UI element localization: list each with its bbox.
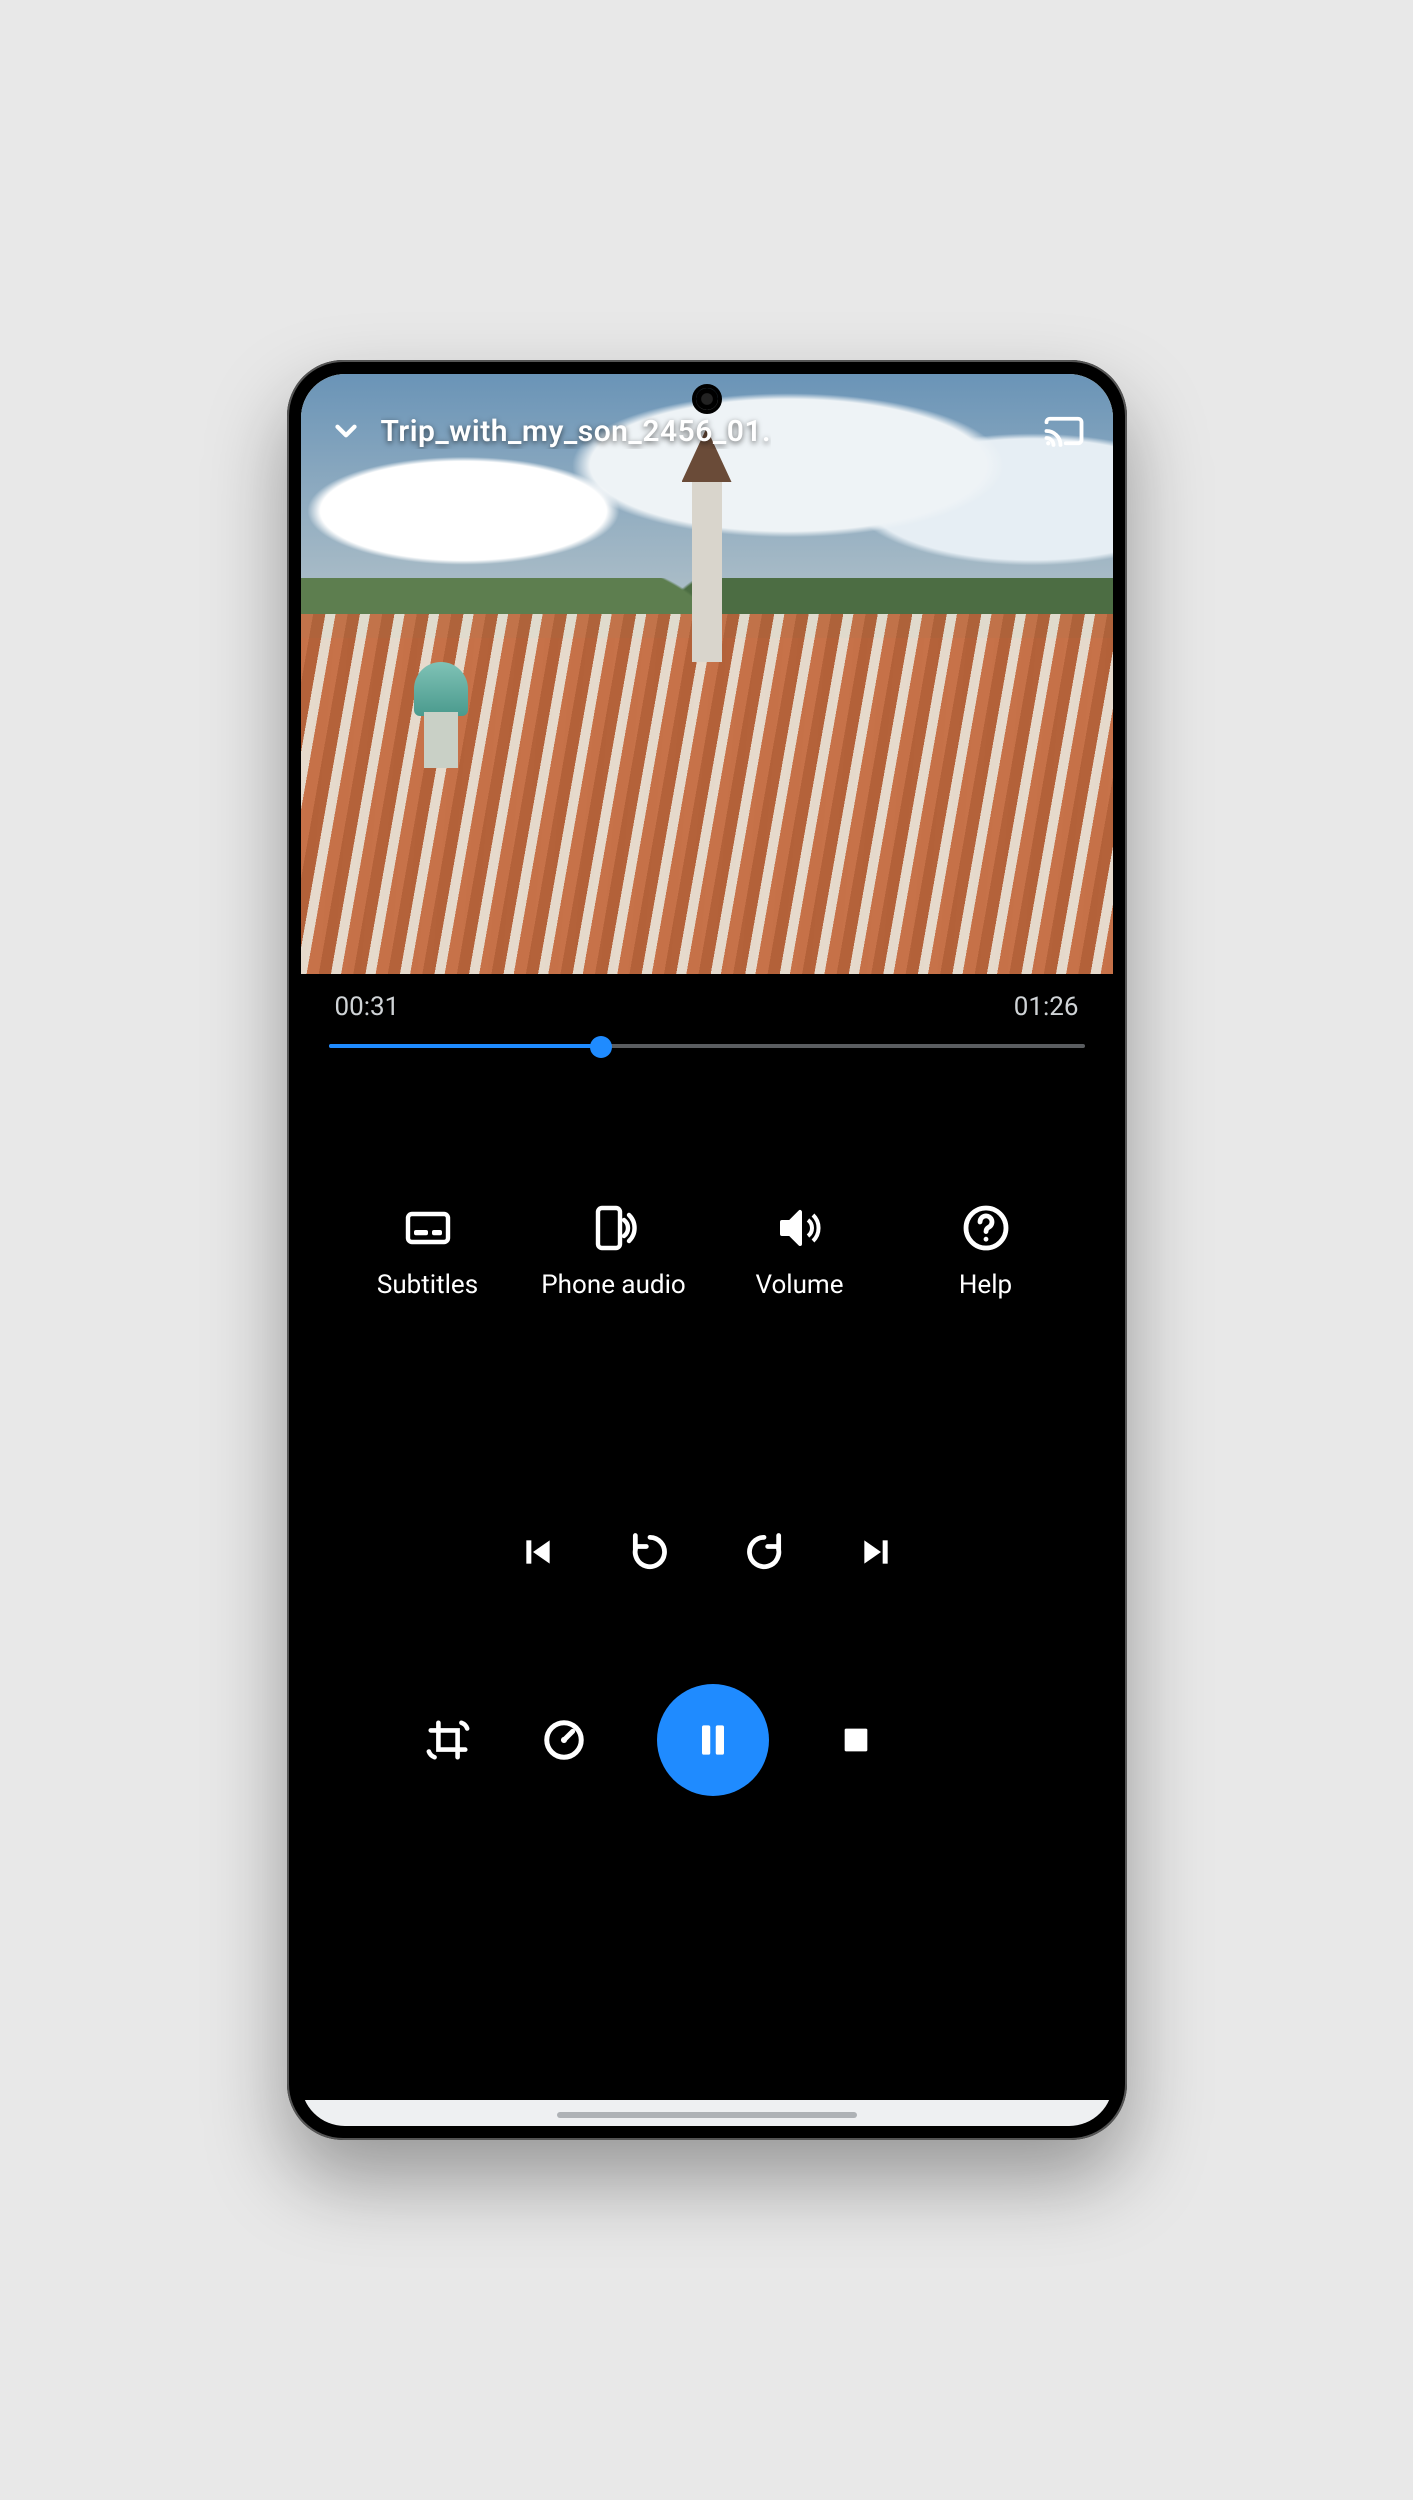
seek-bar[interactable] (329, 1028, 1085, 1064)
rewind-button[interactable] (628, 1530, 672, 1574)
help-button[interactable]: Help (906, 1204, 1066, 1300)
gesture-handle[interactable] (557, 2112, 857, 2118)
forward-button[interactable] (742, 1530, 786, 1574)
bottom-row (329, 1684, 1085, 1796)
stop-button[interactable] (839, 1723, 873, 1757)
collapse-button[interactable] (329, 414, 363, 448)
cast-icon[interactable] (1043, 410, 1085, 452)
phone-audio-label: Phone audio (541, 1270, 685, 1300)
transport-row (329, 1530, 1085, 1574)
rotate-crop-button[interactable] (425, 1717, 471, 1763)
pause-icon (691, 1718, 735, 1762)
elapsed-time: 00:31 (335, 992, 400, 1022)
previous-button[interactable] (518, 1530, 558, 1574)
volume-label: Volume (755, 1270, 843, 1300)
option-row: Subtitles Phone audio Volume Help (329, 1204, 1085, 1300)
volume-icon (776, 1204, 824, 1252)
subtitles-icon (404, 1204, 452, 1252)
subtitles-button[interactable]: Subtitles (348, 1204, 508, 1300)
help-label: Help (959, 1270, 1012, 1300)
help-icon (962, 1204, 1010, 1252)
volume-button[interactable]: Volume (720, 1204, 880, 1300)
seek-fill (329, 1044, 601, 1048)
time-row: 00:31 01:26 (329, 992, 1085, 1022)
controls-panel: 00:31 01:26 Subtitles Phone audio (301, 974, 1113, 2126)
next-button[interactable] (856, 1530, 896, 1574)
pause-button[interactable] (657, 1684, 769, 1796)
phone-audio-button[interactable]: Phone audio (534, 1204, 694, 1300)
phone-frame: Trip_with_my_son_2456_01. 00:31 (287, 360, 1127, 2140)
front-camera (696, 388, 718, 410)
playback-speed-button[interactable] (541, 1717, 587, 1763)
subtitles-label: Subtitles (377, 1270, 478, 1300)
video-thumbnail[interactable]: Trip_with_my_son_2456_01. (301, 374, 1113, 974)
screen: Trip_with_my_son_2456_01. 00:31 (301, 374, 1113, 2126)
seek-thumb[interactable] (590, 1036, 612, 1058)
video-title: Trip_with_my_son_2456_01. (381, 414, 772, 449)
total-time: 01:26 (1014, 992, 1079, 1022)
phone-audio-icon (590, 1204, 638, 1252)
